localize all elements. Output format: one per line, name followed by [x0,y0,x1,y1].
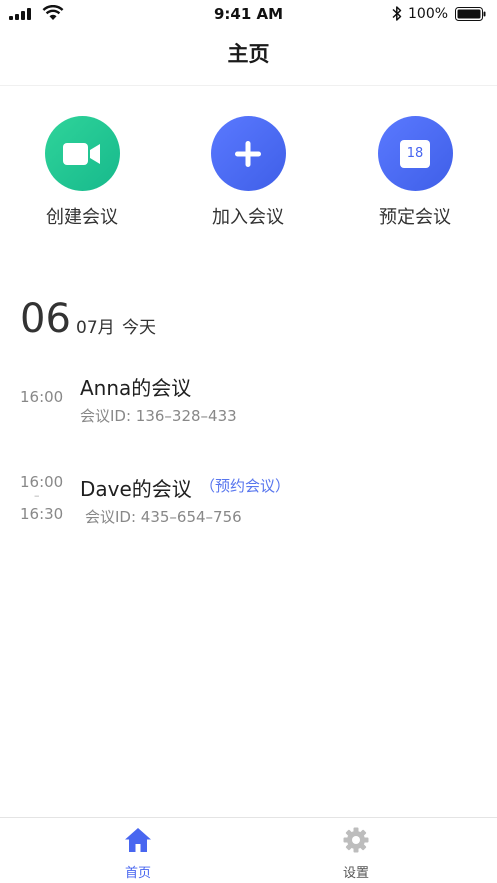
meeting-start-time: 16:00 [20,473,64,491]
date-month: 07月 [76,318,115,338]
join-meeting-circle[interactable] [210,116,286,191]
meeting-id: 会议ID: 136–328–433 [80,407,237,425]
battery-percent: 100% [408,6,449,22]
create-meeting-label: 创建会议 [46,207,118,228]
tab-home-label: 首页 [124,866,151,881]
page-title: 主页 [227,42,270,66]
scheduled-meeting-tag: （预约会议） [200,477,291,495]
plus-icon [235,140,261,167]
tab-settings[interactable]: 设置 [316,826,396,881]
meeting-title[interactable]: Dave的会议 [80,473,192,502]
tab-settings-label: 设置 [342,866,369,881]
schedule-meeting-button[interactable]: 18 预定会议 [350,116,480,229]
calendar-icon-number: 18 [406,146,424,161]
meeting-title[interactable]: Anna的会议 [80,372,191,401]
create-meeting-button[interactable]: 创建会议 [17,116,147,229]
join-meeting-label: 加入会议 [212,207,284,228]
meeting-id: 会议ID: 435–654–756 [85,508,242,526]
calendar-icon: 18 [400,139,430,168]
date-day: 06 [20,296,71,342]
schedule-meeting-label: 预定会议 [379,207,451,228]
bluetooth-icon [392,6,402,21]
gear-icon [343,827,369,853]
join-meeting-button[interactable]: 加入会议 [183,116,313,229]
tab-bar-divider [0,817,497,818]
status-bar: 9:41 AM 100% [0,0,497,30]
battery-icon [455,7,486,21]
home-icon [125,828,151,852]
meeting-end-time: 16:30 [20,505,64,523]
schedule-meeting-circle[interactable]: 18 [377,116,453,191]
tab-home[interactable]: 首页 [98,826,178,881]
date-today: 今天 [122,318,156,338]
create-meeting-circle[interactable] [44,116,120,191]
meeting-start-time: 16:00 [20,388,64,406]
meeting-time-separator: – [34,489,40,502]
video-camera-icon [63,142,100,165]
nav-divider [0,85,497,86]
